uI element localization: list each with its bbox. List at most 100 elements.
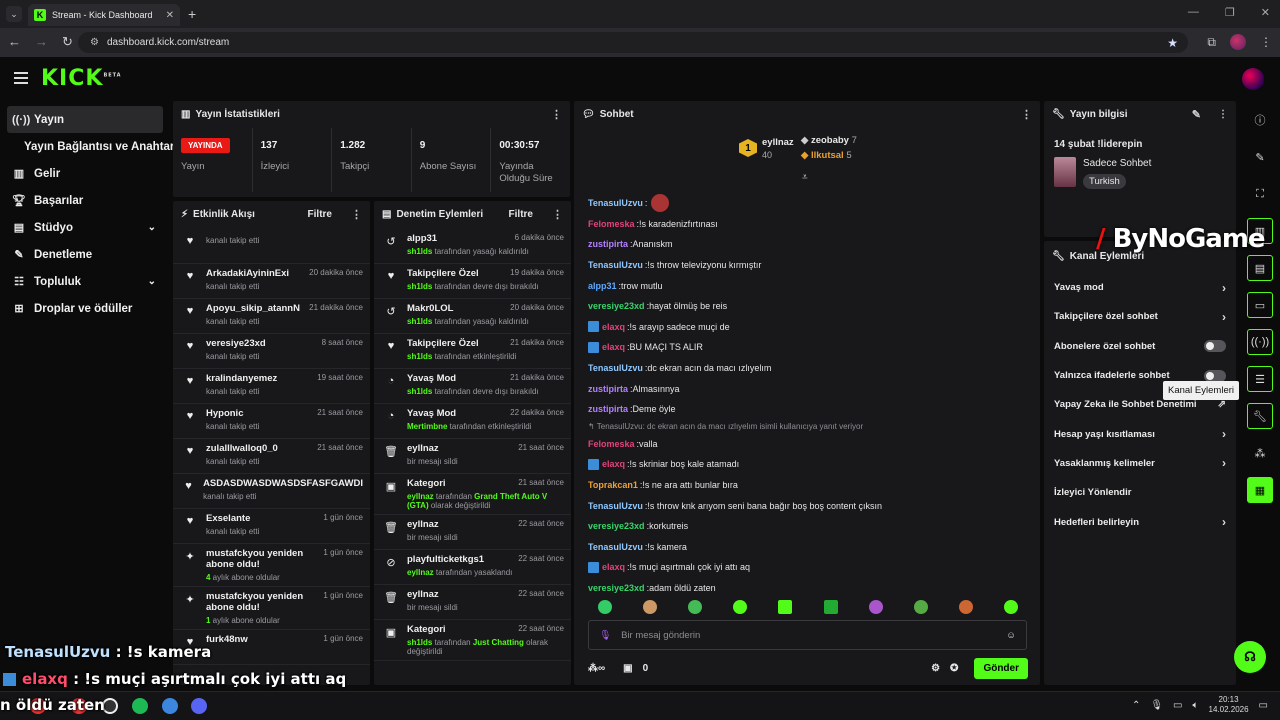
sidebar-item-studio[interactable]: ▤ Stüdyo ⌄ — [0, 214, 170, 241]
app-icon[interactable] — [162, 698, 178, 714]
emote-icon[interactable] — [823, 600, 838, 614]
forward-icon[interactable]: → — [35, 34, 48, 50]
sidebar-item-drops[interactable]: ⊞ Droplar ve ödüller — [0, 295, 170, 322]
site-info-icon[interactable]: ⚙ — [90, 37, 99, 48]
chat-message[interactable]: TenasulUzvu: !s kamera — [588, 537, 1028, 558]
url-field[interactable]: ⚙ dashboard.kick.com/stream ★ — [78, 32, 1188, 53]
browser-menu-icon[interactable]: ⋮ — [1260, 35, 1272, 49]
emote-icon[interactable] — [733, 600, 748, 614]
emoji-icon[interactable]: ☺ — [1006, 630, 1016, 641]
emote-icon[interactable] — [1003, 600, 1018, 614]
chat-message[interactable]: TenasulUzvu: !s throw knk arıyom seni ba… — [588, 495, 1028, 516]
extensions-icon[interactable]: ⧉ — [1207, 35, 1216, 50]
emote-icon[interactable] — [778, 600, 793, 614]
mic-icon[interactable]: 🎙︎ — [599, 630, 611, 641]
sidebar-item-moderation[interactable]: ✎ Denetleme — [0, 241, 170, 268]
bookmark-star-icon[interactable]: ★ — [1167, 36, 1178, 50]
close-tab-icon[interactable]: ✕ — [166, 10, 174, 21]
app-tile-icon[interactable]: ▦ — [1247, 477, 1273, 503]
sidebar-item-community[interactable]: ☷ Topluluk ⌄ — [0, 268, 170, 295]
chat-message[interactable]: Felomeska: !s karadenizfırtınası — [588, 214, 1028, 235]
modlog-filter-button[interactable]: Filtre — [509, 209, 533, 220]
chat-message[interactable]: zustipirta: Deme öyle — [588, 399, 1028, 420]
chat-message[interactable]: TenasulUzvu: — [588, 193, 1028, 214]
chat-username[interactable]: TenasulUzvu — [588, 260, 643, 270]
channel-action-row[interactable]: Abonelere özel sohbet — [1044, 332, 1236, 361]
info-icon[interactable]: ⓘ — [1247, 107, 1273, 133]
profile-avatar[interactable] — [1230, 34, 1246, 50]
activity-filter-button[interactable]: Filtre — [308, 209, 332, 220]
tray-expand-icon[interactable]: ⌃ — [1132, 700, 1140, 711]
activity-item[interactable]: ♥ kanalı takip etti — [173, 229, 370, 264]
activity-item[interactable]: ♥ Exselante 1 gün önce kanalı takip etti — [173, 509, 370, 544]
chest-icon[interactable]: ▣ — [623, 663, 632, 674]
mod-log-item[interactable]: ◔ Yavaş Mod 21 dakika önce sh1lds tarafında… — [374, 369, 571, 404]
chat-username[interactable]: zustipirta — [588, 239, 628, 249]
edit-pencil-icon[interactable]: ✎ — [1192, 108, 1201, 121]
fullscreen-icon[interactable]: ⛶ — [1247, 181, 1273, 207]
chat-username[interactable]: TenasulUzvu — [588, 198, 643, 208]
mod-log-item[interactable]: ↺ alpp31 6 dakika önce sh1lds tarafından ya… — [374, 229, 571, 264]
hamburger-menu-icon[interactable] — [14, 72, 28, 87]
speaker-icon[interactable]: 🔈︎ — [1193, 700, 1199, 711]
close-window-icon[interactable]: ✕ — [1261, 6, 1270, 19]
mod-log-item[interactable]: ◔ Yavaş Mod 22 dakika önce Mertimbne tarafı… — [374, 404, 571, 439]
user-avatar[interactable] — [1242, 68, 1264, 90]
channel-action-row[interactable]: Hesap yaşı kısıtlaması › — [1044, 419, 1236, 448]
chat-username[interactable]: Felomeska — [588, 439, 635, 449]
chat-username[interactable]: elaxq — [602, 562, 625, 572]
chat-message[interactable]: veresiye23xd: korkutreis — [588, 516, 1028, 537]
mod-log-item[interactable]: ♥ Takipçilere Özel 21 dakika önce sh1lds ta… — [374, 334, 571, 369]
channel-action-row[interactable]: Hedefleri belirleyin › — [1044, 507, 1236, 536]
chat-message[interactable]: Toprakcan1: !s ne ara attı bunlar bıra — [588, 475, 1028, 496]
help-headset-icon[interactable]: ☊ — [1234, 641, 1266, 673]
new-tab-icon[interactable]: + — [188, 6, 196, 22]
mod-log-item[interactable]: 🗑︎ eyllnaz 22 saat önce bir mesajı sildi — [374, 585, 571, 620]
chat-message[interactable]: zustipirta: Ananıskm — [588, 234, 1028, 255]
discord-icon[interactable] — [191, 698, 207, 714]
clock[interactable]: 20:13 14.02.2026 — [1209, 695, 1249, 715]
settings-gear-icon[interactable]: ⚙ — [931, 663, 940, 674]
more-options-icon[interactable]: ⋮ — [552, 208, 563, 221]
emote-icon[interactable] — [913, 600, 928, 614]
chat-username[interactable]: TenasulUzvu — [588, 363, 643, 373]
chat-message[interactable]: alpp31: trow mutlu — [588, 275, 1028, 296]
activity-item[interactable]: ♥ ASDASDWASDWASDSFASFGAWDI kanalı takip et… — [173, 474, 370, 509]
emote-icon[interactable] — [643, 600, 658, 614]
chat-username[interactable]: veresiye23xd — [588, 301, 645, 311]
mod-log-item[interactable]: 🗑︎ eyllnaz 22 saat önce bir mesajı sildi — [374, 515, 571, 550]
mod-log-item[interactable]: ↺ Makr0LOL 20 dakika önce sh1lds tarafından… — [374, 299, 571, 334]
chat-leaderboard[interactable]: 1 eyllnaz 40 ◆ zeobaby 7 ◆ llkutsal 5 — [739, 135, 874, 165]
activity-item[interactable]: ♥ kralindanyemez 19 saat önce kanalı takip … — [173, 369, 370, 404]
activity-item[interactable]: ♥ ArkadakiAyininExi 20 dakika önce kanalı t… — [173, 264, 370, 299]
chat-username[interactable]: elaxq — [602, 322, 625, 332]
sidebar-item-achievements[interactable]: 🏆︎ Başarılar — [0, 187, 170, 214]
monitor-icon[interactable]: ▭ — [1173, 700, 1182, 711]
apps-icon[interactable]: ⁂ — [1247, 440, 1273, 466]
chat-username[interactable]: Toprakcan1 — [588, 480, 638, 490]
channel-action-row[interactable]: İzleyici Yönlendir — [1044, 478, 1236, 507]
mic-icon[interactable]: 🎙︎ — [1150, 700, 1163, 711]
toggle-switch[interactable] — [1204, 340, 1226, 353]
back-icon[interactable]: ← — [8, 34, 21, 50]
more-options-icon[interactable]: ⋮ — [1218, 109, 1228, 120]
chat-username[interactable]: alpp31 — [588, 281, 617, 291]
mod-log-item[interactable]: ⊘ playfulticketkgs1 22 saat önce eyllnaz ta… — [374, 550, 571, 585]
mod-log-item[interactable]: ▣ Kategori 22 saat önce sh1lds tarafından J… — [374, 620, 571, 661]
tab-list-icon[interactable]: ⌄ — [6, 6, 22, 22]
channel-action-row[interactable]: Takipçilere özel sohbet › — [1044, 302, 1236, 331]
chat-message[interactable]: veresiye23xd: adam öldü zaten — [588, 578, 1028, 599]
sidebar-item-stream-key[interactable]: Yayın Bağlantısı ve Anahtarı — [0, 133, 178, 160]
spotify-icon[interactable] — [132, 698, 148, 714]
chat-message[interactable]: elaxq: !s muçi aşırtmalı çok iyi attı aq — [588, 557, 1028, 578]
chat-username[interactable]: zustipirta — [588, 384, 628, 394]
chat-message[interactable]: elaxq: !s skriniar boş kale atamadı — [588, 454, 1028, 475]
broadcast-toggle-icon[interactable]: ((·)) — [1247, 329, 1273, 355]
chat-message[interactable]: Felomeska: valla — [588, 434, 1028, 455]
channel-action-row[interactable]: Yavaş mod › — [1044, 273, 1236, 302]
chat-username[interactable]: Felomeska — [588, 219, 635, 229]
emote-icon[interactable] — [598, 600, 612, 614]
restore-icon[interactable]: ❐ — [1225, 6, 1235, 19]
mod-log-item[interactable]: ♥ Takipçilere Özel 19 dakika önce sh1lds ta… — [374, 264, 571, 299]
chat-message[interactable]: elaxq: !s arayıp sadece muçi de — [588, 317, 1028, 338]
